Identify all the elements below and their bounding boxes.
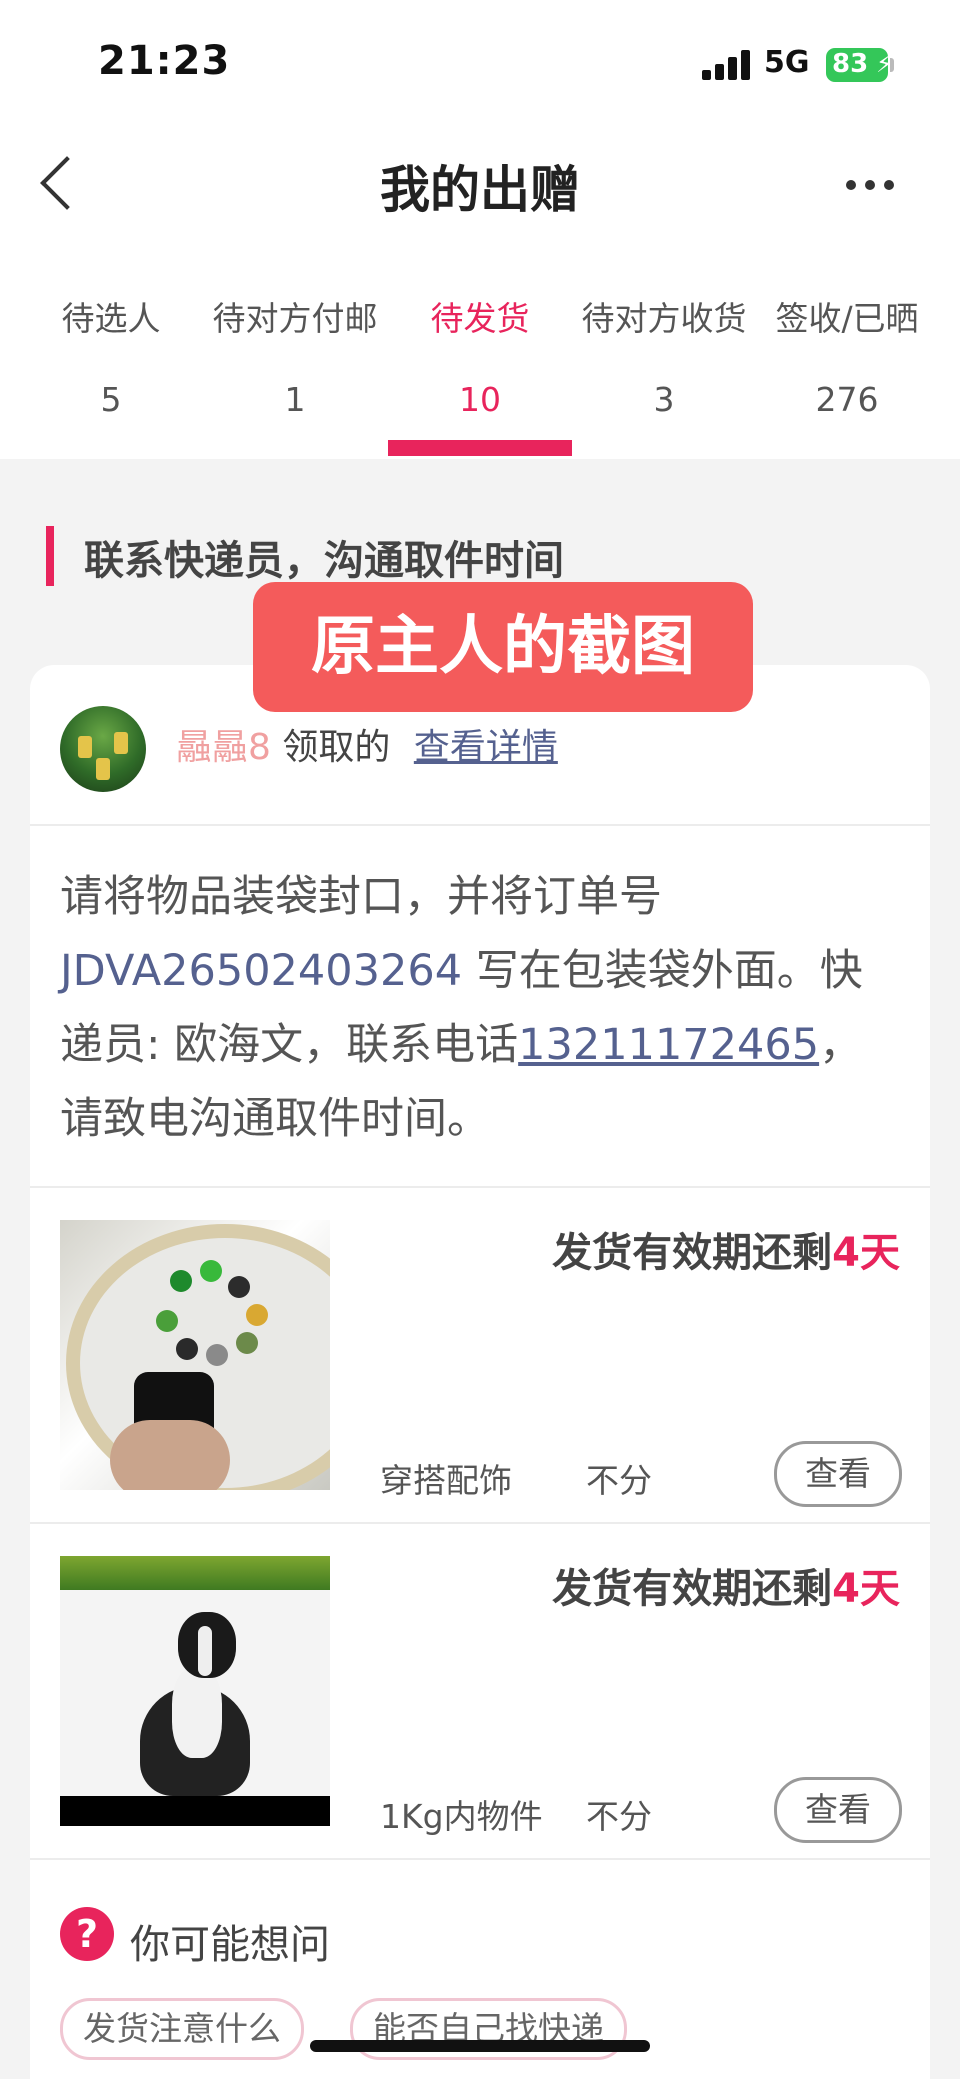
item-category: 1Kg内物件: [380, 1797, 543, 1836]
tab-count: 10: [459, 380, 501, 419]
tab-received[interactable]: 签收/已晒 276: [754, 292, 940, 458]
network-label: 5G: [764, 45, 810, 80]
view-button[interactable]: 查看: [774, 1441, 902, 1507]
order-number: JDVA26502403264: [60, 946, 463, 996]
status-time: 21:23: [98, 38, 231, 84]
faq-title: 你可能想问: [130, 1922, 330, 1968]
active-tab-indicator: [388, 440, 572, 456]
tab-pending-shipment[interactable]: 待发货 10: [387, 292, 573, 458]
signal-icon: [702, 50, 750, 80]
tab-label: 待选人: [61, 299, 161, 338]
question-icon: ?: [60, 1907, 114, 1961]
battery-icon: 83 ⚡: [826, 48, 893, 82]
shipping-deadline: 发货有效期还剩4天: [552, 1220, 900, 1278]
tab-pending-postage[interactable]: 待对方付邮 1: [202, 292, 388, 458]
deadline-label: 发货有效期还剩: [552, 1566, 833, 1612]
tab-count: 276: [815, 380, 879, 419]
tab-pending-select[interactable]: 待选人 5: [18, 292, 204, 458]
avatar[interactable]: [60, 706, 146, 792]
tab-label: 待对方收货: [581, 299, 747, 338]
tab-count: 1: [284, 380, 306, 419]
divider: [30, 1186, 930, 1188]
item-category: 穿搭配饰: [380, 1461, 512, 1500]
grass-strip: [60, 1556, 330, 1590]
divider: [30, 824, 930, 826]
tab-label: 待对方付邮: [212, 299, 378, 338]
courier-phone-link[interactable]: 13211172465: [518, 1020, 819, 1070]
tab-label: 签收/已晒: [775, 299, 919, 338]
battery-tip: [890, 58, 894, 72]
user-name[interactable]: 曧曧8: [176, 727, 271, 768]
user-line: 曧曧8 领取的 查看详情: [176, 718, 558, 770]
shipping-instructions: 请将物品装袋封口，并将订单号 JDVA26502403264 写在包装袋外面。快…: [60, 860, 900, 1156]
tab-pending-receipt[interactable]: 待对方收货 3: [571, 292, 757, 458]
page-title: 我的出赠: [380, 161, 580, 219]
tab-label: 待发货: [430, 299, 530, 338]
deadline-label: 发货有效期还剩: [552, 1230, 833, 1276]
item-thumbnail[interactable]: [60, 1220, 330, 1490]
user-action: 领取的: [282, 727, 391, 768]
faq-chip[interactable]: 发货注意什么: [60, 1998, 304, 2060]
divider: [30, 1522, 930, 1524]
hand-shape: [110, 1420, 230, 1490]
overlay-text: 原主人的截图: [311, 610, 695, 684]
item-mode: 不分: [586, 1461, 652, 1500]
deadline-days: 4天: [832, 1566, 900, 1612]
tab-count: 5: [100, 380, 122, 419]
shipping-deadline: 发货有效期还剩4天: [552, 1556, 900, 1614]
notice-text: 请将物品装袋封口，并将订单号: [60, 872, 662, 922]
screenshot-label-overlay: 原主人的截图: [253, 582, 753, 712]
section-accent-bar: [46, 526, 54, 586]
item-thumbnail[interactable]: [60, 1556, 330, 1826]
view-button[interactable]: 查看: [774, 1777, 902, 1843]
battery-level: 83: [832, 49, 869, 79]
divider: [30, 1858, 930, 1860]
item-mode: 不分: [586, 1797, 652, 1836]
deadline-days: 4天: [832, 1230, 900, 1276]
redaction-bar: [60, 1796, 330, 1826]
view-details-link[interactable]: 查看详情: [414, 727, 558, 768]
section-title: 联系快递员，沟通取件时间: [84, 538, 564, 584]
home-indicator: [310, 2040, 650, 2052]
tab-count: 3: [653, 380, 675, 419]
more-button[interactable]: [840, 160, 900, 210]
